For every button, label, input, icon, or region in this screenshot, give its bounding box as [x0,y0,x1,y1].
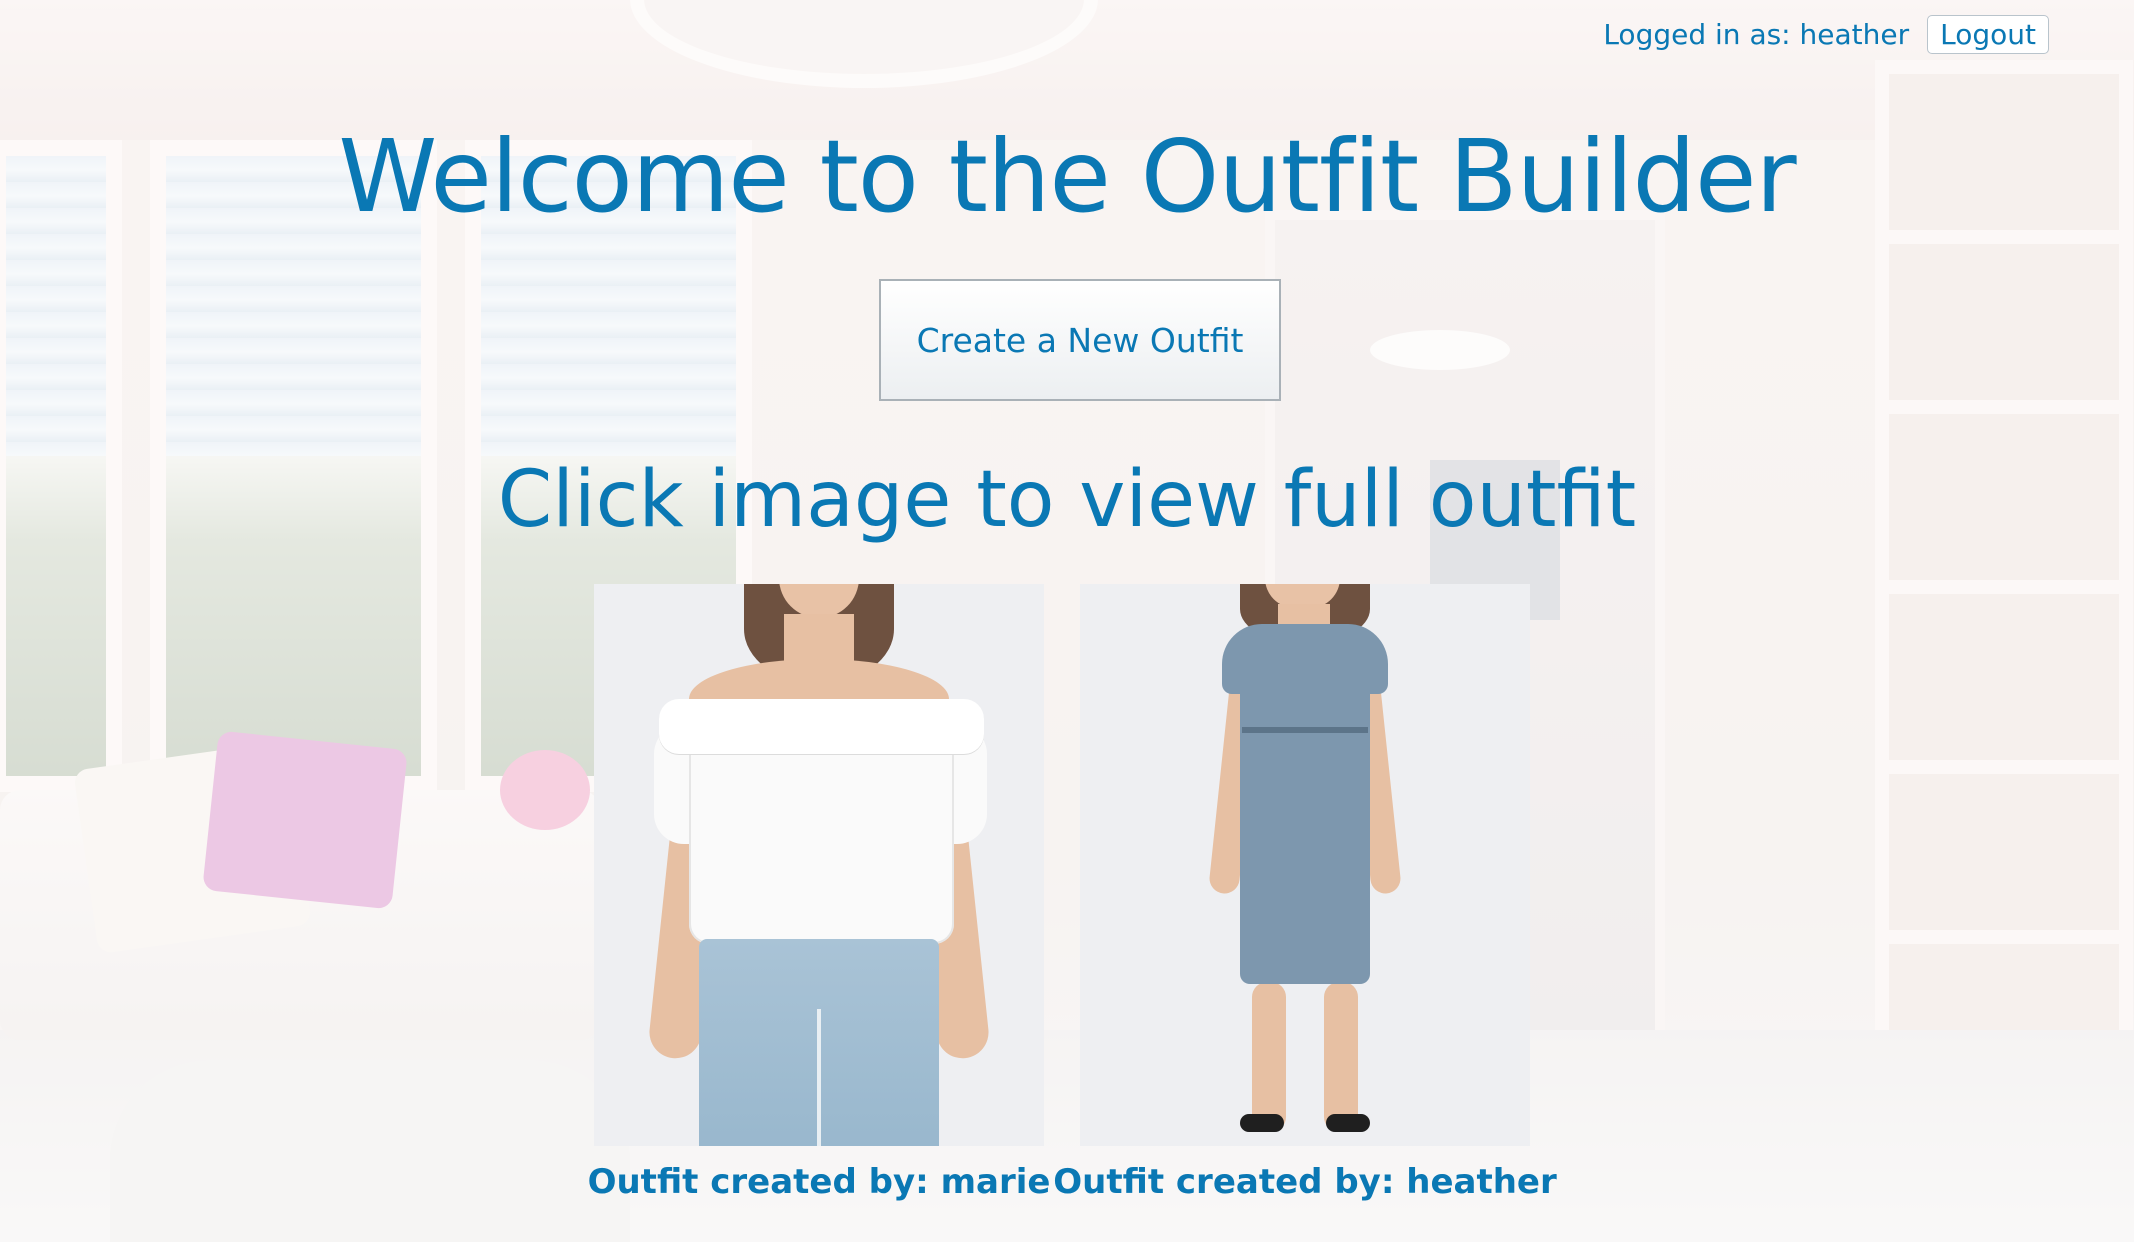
logged-in-label: Logged in as: heather [1603,18,1910,51]
gallery-instructions: Click image to view full outfit [497,455,1637,545]
light-blue-jeans [699,939,939,1146]
white-eyelet-top [659,699,984,944]
outfit-gallery: Outfit created by: marie Outfit created … [588,584,1557,1202]
outfit-image[interactable] [1080,584,1530,1146]
dress-belt [1242,727,1368,733]
black-sandal [1326,1114,1370,1132]
black-sandal [1240,1114,1284,1132]
create-new-outfit-button[interactable]: Create a New Outfit [879,279,1281,401]
outfit-caption: Outfit created by: heather [1053,1162,1557,1202]
logout-button[interactable]: Logout [1927,15,2049,54]
page-title: Welcome to the Outfit Builder [338,118,1796,235]
outfit-card[interactable]: Outfit created by: marie [588,584,1050,1202]
model-leg [1252,982,1286,1132]
outfit-caption: Outfit created by: marie [587,1162,1051,1202]
outfit-image[interactable] [594,584,1044,1146]
outfit-card[interactable]: Outfit created by: heather [1053,584,1557,1202]
blue-sheath-dress [1222,624,1388,984]
user-bar: Logged in as: heather Logout [1603,15,2049,54]
model-leg [1324,982,1358,1132]
